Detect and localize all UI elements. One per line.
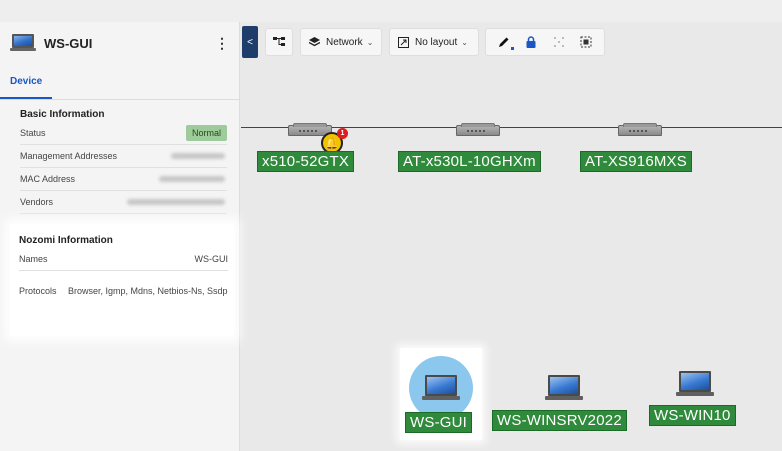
nozomi-information-section: Nozomi Information Names WS-GUI Protocol…	[10, 224, 234, 336]
management-addresses-label: Management Addresses	[20, 151, 118, 161]
laptop-icon	[10, 34, 36, 52]
names-value: WS-GUI	[194, 254, 229, 264]
panel-header: WS-GUI ⋮	[0, 22, 239, 64]
vendors-row: Vendors	[20, 191, 227, 214]
switch-icon[interactable]	[456, 123, 500, 136]
graph-tools-group	[485, 28, 605, 56]
fit-button[interactable]	[578, 34, 594, 50]
node-label-at-xs916mxs[interactable]: AT-XS916MXS	[580, 151, 692, 172]
chevron-down-icon: ⌄	[366, 37, 374, 47]
status-label: Status	[20, 128, 46, 138]
alert-count-badge: 1	[337, 128, 348, 139]
laptop-icon[interactable]	[545, 375, 583, 401]
mac-address-label: MAC Address	[20, 174, 76, 184]
laptop-icon[interactable]	[422, 375, 460, 401]
laptop-icon[interactable]	[676, 371, 714, 397]
node-label-ws-winsrv2022[interactable]: WS-WINSRV2022	[492, 410, 627, 431]
fit-icon	[580, 36, 592, 48]
layers-icon	[309, 37, 320, 47]
vendors-label: Vendors	[20, 197, 54, 207]
pencil-icon	[498, 37, 509, 47]
names-row: Names WS-GUI	[19, 248, 228, 271]
redacted-value	[159, 176, 225, 182]
hierarchy-icon	[273, 37, 285, 46]
layout-dropdown[interactable]: No layout ⌄	[389, 28, 479, 56]
more-options-icon[interactable]: ⋮	[215, 35, 229, 52]
lock-icon	[526, 36, 536, 48]
basic-information-section: Basic Information Status Normal Manageme…	[0, 100, 239, 214]
node-label-ws-gui[interactable]: WS-GUI	[405, 412, 473, 433]
panel-title: WS-GUI	[44, 35, 93, 51]
protocols-row: Protocols Browser, Igmp, Mdns, Netbios-N…	[19, 271, 228, 311]
names-label: Names	[19, 254, 48, 264]
redacted-value	[127, 199, 225, 205]
management-addresses-row: Management Addresses	[20, 145, 227, 168]
mac-address-row: MAC Address	[20, 168, 227, 191]
tab-device[interactable]: Device	[0, 76, 53, 99]
status-badge: Normal	[185, 125, 227, 141]
layout-icon	[398, 36, 409, 48]
node-label-ws-win10[interactable]: WS-WIN10	[649, 405, 736, 426]
protocols-label: Protocols	[19, 286, 57, 296]
top-strip	[0, 0, 782, 22]
tab-bar: Device	[0, 64, 239, 100]
hierarchy-button[interactable]	[265, 28, 293, 56]
collapse-panel-button[interactable]: <	[242, 26, 258, 58]
network-dropdown[interactable]: Network ⌄	[300, 28, 382, 56]
lock-button[interactable]	[523, 34, 539, 50]
status-row: Status Normal	[20, 122, 227, 145]
nozomi-information-title: Nozomi Information	[19, 235, 113, 246]
redacted-value	[171, 153, 225, 159]
scatter-button[interactable]	[551, 34, 567, 50]
pencil-button[interactable]	[496, 34, 514, 50]
layout-dropdown-label: No layout	[415, 36, 458, 48]
chevron-down-icon: ⌄	[461, 37, 468, 47]
protocols-value: Browser, Igmp, Mdns, Netbios-Ns, Ssdp	[68, 286, 228, 296]
basic-information-title: Basic Information	[20, 109, 105, 120]
scatter-icon	[553, 37, 564, 47]
switch-icon[interactable]	[618, 123, 662, 136]
node-label-x510-52gtx[interactable]: x510-52GTX	[257, 151, 355, 172]
node-label-at-x530l-10ghxm[interactable]: AT-x530L-10GHXm	[398, 151, 541, 172]
network-dropdown-label: Network	[326, 36, 363, 48]
